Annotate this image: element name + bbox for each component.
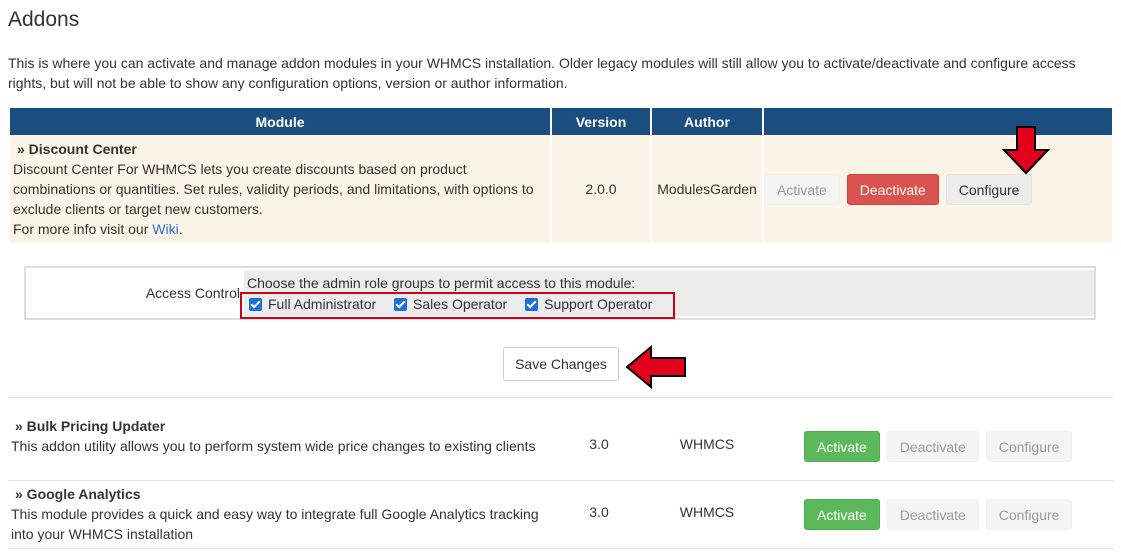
- activate-button[interactable]: Activate: [804, 499, 880, 530]
- module-actions: Activate Deactivate Configure: [764, 135, 1112, 243]
- module-version: 2.0.0: [552, 135, 650, 243]
- module-description: Discount Center For WHMCS lets you creat…: [13, 161, 534, 217]
- table-row: » Google Analytics This module provides …: [8, 484, 1114, 546]
- activate-button[interactable]: Activate: [804, 431, 880, 462]
- table-row: » Discount Center Discount Center For WH…: [10, 135, 1112, 243]
- module-name: » Discount Center: [17, 141, 137, 157]
- addons-table: Module Version Author » Discount Center …: [8, 108, 1114, 243]
- module-actions: Activate Deactivate Configure: [804, 431, 1073, 462]
- red-highlight-box: [240, 292, 675, 319]
- activate-button[interactable]: Activate: [764, 173, 840, 205]
- configure-button[interactable]: Configure: [985, 431, 1073, 462]
- configure-button[interactable]: Configure: [945, 173, 1033, 205]
- module-author: WHMCS: [679, 436, 735, 452]
- header-author: Author: [652, 108, 762, 135]
- module-actions: Activate Deactivate Configure: [804, 499, 1073, 530]
- red-arrow-left-icon: [625, 344, 686, 390]
- deactivate-button[interactable]: Deactivate: [846, 173, 939, 205]
- module-author: ModulesGarden: [652, 135, 762, 243]
- module-author: WHMCS: [679, 504, 735, 520]
- module-version: 3.0: [589, 436, 609, 452]
- page-intro: This is where you can activate and manag…: [8, 55, 1076, 91]
- module-name: » Google Analytics: [15, 486, 141, 502]
- divider: [8, 397, 1114, 398]
- divider: [8, 548, 1114, 549]
- header-version: Version: [552, 108, 650, 135]
- module-name: » Bulk Pricing Updater: [15, 418, 166, 434]
- more-info-text: For more info visit our: [13, 221, 153, 237]
- save-changes-button[interactable]: Save Changes: [503, 347, 619, 381]
- module-description: This module provides a quick and easy wa…: [11, 506, 539, 542]
- access-control-prompt: Choose the admin role groups to permit a…: [247, 275, 636, 291]
- module-cell: » Bulk Pricing Updater This addon utilit…: [11, 416, 541, 456]
- access-control-label: Access Control: [145, 285, 240, 301]
- module-more-info: For more info visit our Wiki.: [13, 219, 546, 239]
- module-cell: » Google Analytics This module provides …: [11, 484, 541, 544]
- deactivate-button[interactable]: Deactivate: [886, 431, 979, 462]
- module-version: 3.0: [589, 504, 609, 520]
- wiki-link[interactable]: Wiki: [152, 221, 178, 237]
- more-info-suffix: .: [178, 221, 183, 237]
- header-module: Module: [10, 108, 550, 135]
- module-description: This addon utility allows you to perform…: [11, 438, 536, 454]
- header-actions: [764, 108, 1112, 135]
- red-arrow-down-icon: [1001, 126, 1051, 175]
- page-title: Addons: [8, 8, 80, 31]
- module-cell: » Discount Center Discount Center For WH…: [10, 135, 550, 243]
- deactivate-button[interactable]: Deactivate: [886, 499, 979, 530]
- configure-button[interactable]: Configure: [985, 499, 1073, 530]
- table-row: » Bulk Pricing Updater This addon utilit…: [8, 416, 1114, 478]
- divider: [8, 480, 1114, 481]
